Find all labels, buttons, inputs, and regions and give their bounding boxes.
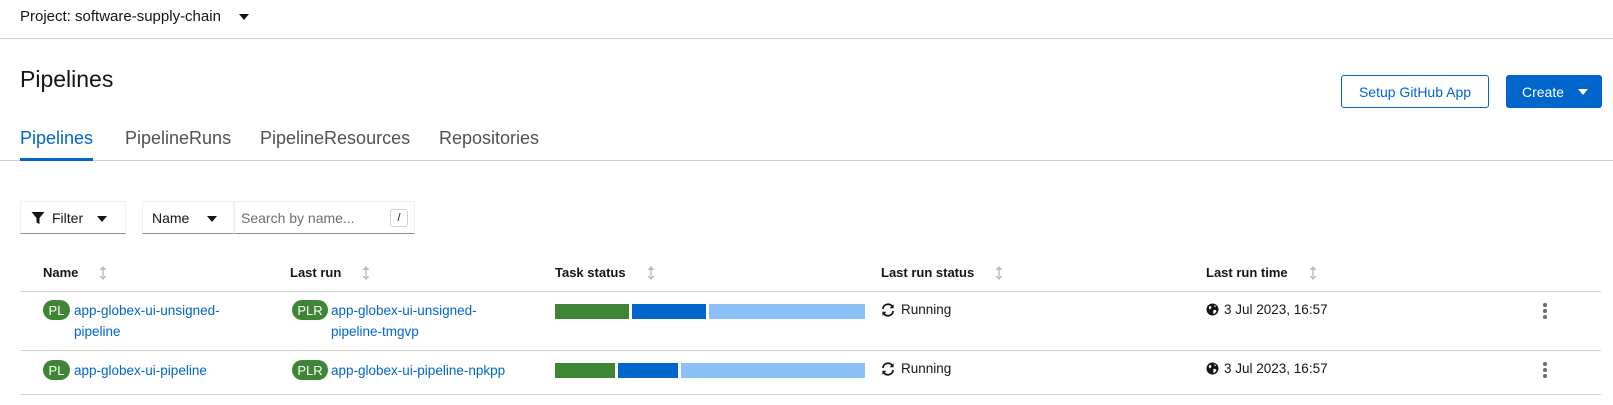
sort-icon	[647, 265, 655, 280]
globe-icon	[1206, 362, 1219, 375]
kebab-icon[interactable]	[1540, 361, 1550, 379]
sort-icon	[995, 265, 1003, 280]
filter-field-label: Name	[152, 209, 190, 226]
caret-down-icon	[207, 216, 217, 222]
sync-icon	[882, 361, 894, 376]
pipeline-name-link[interactable]: app-globex-ui-unsigned- pipeline	[74, 300, 220, 342]
pipeline-badge: PL	[43, 300, 70, 320]
pipeline-name-link[interactable]: app-globex-ui-pipeline	[74, 360, 207, 381]
filter-dropdown[interactable]: Filter	[20, 201, 126, 234]
run-time: 3 Jul 2023, 16:57	[1206, 361, 1328, 376]
task-status-bar[interactable]	[555, 363, 865, 378]
sync-icon	[882, 302, 894, 317]
create-button-label: Create	[1522, 83, 1565, 100]
search-shortcut-hint: /	[390, 209, 408, 227]
row-divider	[20, 394, 1601, 395]
sort-icon	[99, 265, 107, 280]
caret-down-icon	[97, 216, 107, 222]
run-time: 3 Jul 2023, 16:57	[1206, 302, 1328, 317]
pipelinerun-link[interactable]: app-globex-ui-pipeline-npkpp	[331, 360, 505, 381]
table-header-divider	[20, 291, 1601, 292]
filter-icon	[31, 211, 45, 224]
project-selector-label: Project: software-supply-chain	[20, 8, 221, 25]
tab-bar: Pipelines PipelineRuns PipelineResources…	[0, 124, 1613, 161]
pipelinerun-badge: PLR	[292, 300, 328, 320]
tab-pipelineresources[interactable]: PipelineResources	[260, 128, 410, 161]
search-input[interactable]	[234, 201, 415, 234]
pipelinerun-link[interactable]: app-globex-ui-unsigned- pipeline-tmgvp	[331, 300, 477, 342]
column-header-last-run[interactable]: Last run	[290, 265, 370, 280]
task-segment-running	[632, 304, 706, 319]
pipelinerun-badge: PLR	[292, 360, 328, 380]
tab-pipelines[interactable]: Pipelines	[20, 128, 94, 161]
task-segment-pending	[709, 304, 865, 319]
globe-icon	[1206, 303, 1219, 316]
filter-field-select[interactable]: Name	[142, 201, 234, 234]
task-segment-pending	[681, 363, 865, 378]
caret-down-icon	[238, 13, 249, 20]
column-header-name[interactable]: Name	[43, 265, 107, 280]
column-header-last-run-time[interactable]: Last run time	[1206, 265, 1317, 280]
kebab-icon[interactable]	[1540, 302, 1550, 320]
tab-pipelineruns[interactable]: PipelineRuns	[125, 128, 231, 161]
run-status: Running	[881, 302, 951, 317]
task-segment-running	[618, 363, 678, 378]
project-bar: Project: software-supply-chain	[0, 0, 1613, 39]
caret-down-icon	[1578, 89, 1588, 95]
column-header-last-run-status[interactable]: Last run status	[881, 265, 1003, 280]
tab-repositories[interactable]: Repositories	[439, 128, 539, 161]
sort-icon	[362, 265, 370, 280]
task-status-bar[interactable]	[555, 304, 865, 319]
create-button[interactable]: Create	[1506, 75, 1602, 108]
project-selector[interactable]: Project: software-supply-chain	[20, 8, 249, 25]
setup-github-app-button[interactable]: Setup GitHub App	[1341, 75, 1489, 108]
task-segment-succeeded	[555, 363, 615, 378]
sort-icon	[1309, 265, 1317, 280]
row-divider	[20, 350, 1601, 351]
filter-dropdown-label: Filter	[52, 209, 84, 226]
task-segment-succeeded	[555, 304, 629, 319]
run-status: Running	[881, 361, 951, 376]
column-header-task-status[interactable]: Task status	[555, 265, 655, 280]
page-title: Pipelines	[20, 66, 114, 92]
pipeline-badge: PL	[43, 360, 70, 380]
